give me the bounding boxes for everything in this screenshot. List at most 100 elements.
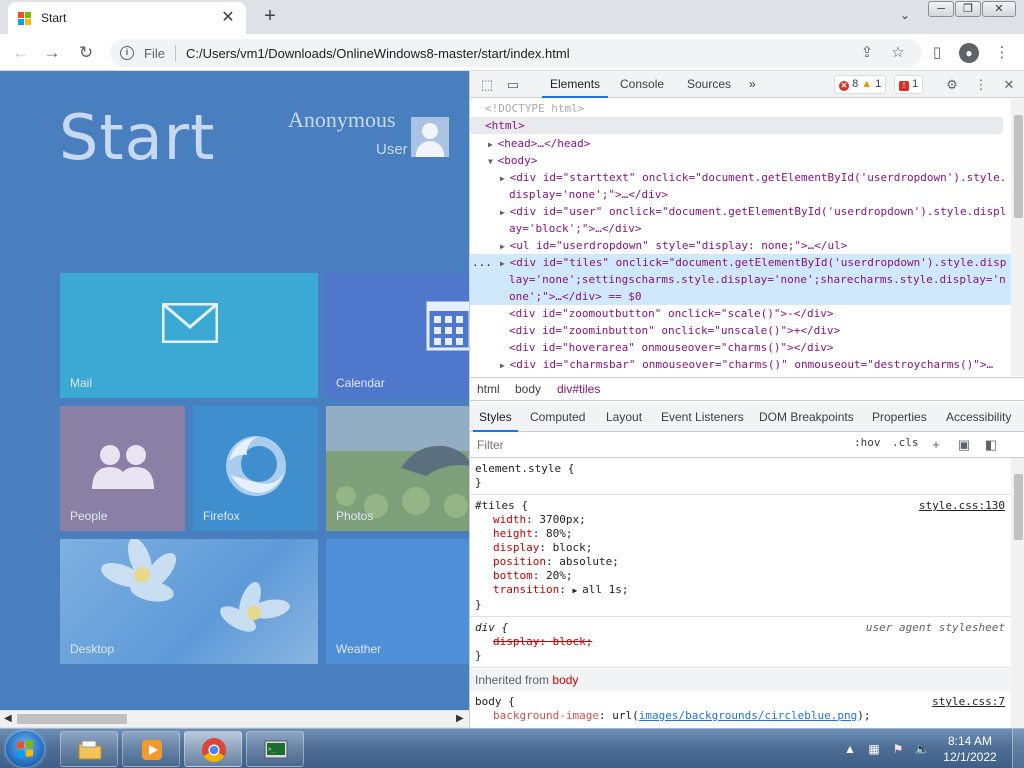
close-devtools-icon[interactable]: ✕ <box>1000 76 1018 94</box>
cls-toggle[interactable]: .cls <box>892 436 919 449</box>
rule-source-link[interactable]: style.css:7 <box>932 695 1005 709</box>
tab-accessibility[interactable]: Accessibility <box>946 402 1011 432</box>
expand-triangle-icon[interactable]: ▶ <box>500 361 510 370</box>
tab-console[interactable]: Console <box>620 71 664 98</box>
styles-scrollbar[interactable] <box>1011 458 1024 728</box>
tile-weather[interactable]: Weather <box>326 539 469 664</box>
tab-sources[interactable]: Sources <box>687 71 731 98</box>
reload-icon[interactable]: ↻ <box>74 41 98 65</box>
maximize-button[interactable]: ❐ <box>955 1 981 17</box>
tab-search-chevron-icon[interactable]: ⌄ <box>896 8 914 26</box>
scrollbar-thumb[interactable] <box>1014 474 1023 540</box>
info-icon[interactable]: i <box>120 46 134 60</box>
style-property[interactable]: bottom: 20%; <box>475 569 1006 583</box>
dom-node-hoverarea[interactable]: <div id="hoverarea" onmouseover="charms(… <box>509 339 834 356</box>
dom-node-tiles[interactable]: ▶ <div id="tiles" onclick="document.getE… <box>500 254 1006 272</box>
user-subtitle[interactable]: User <box>376 141 408 158</box>
dom-node-starttext[interactable]: ▶ <div id="starttext" onclick="document.… <box>500 169 1006 187</box>
profile-avatar-icon[interactable]: ● <box>959 43 979 63</box>
horizontal-scrollbar[interactable]: ◀ ▶ <box>0 710 469 727</box>
side-panel-icon[interactable]: ▯ <box>928 44 946 62</box>
dom-node-zoomin[interactable]: <div id="zoominbutton" onclick="unscale(… <box>509 322 840 339</box>
action-center-icon[interactable]: ⚑ <box>890 741 906 757</box>
expand-triangle-icon[interactable]: ▶ <box>500 242 510 251</box>
user-avatar-icon[interactable] <box>411 117 449 157</box>
inherited-from-body-link[interactable]: body <box>552 673 578 687</box>
expand-triangle-icon[interactable]: ▶ <box>572 586 582 595</box>
style-property[interactable]: position: absolute; <box>475 555 1006 569</box>
style-property[interactable]: background-image: url(images/backgrounds… <box>475 709 1006 723</box>
forward-arrow-icon[interactable]: → <box>40 41 64 65</box>
start-button[interactable] <box>6 731 44 767</box>
expand-triangle-icon[interactable]: ▶ <box>488 140 498 149</box>
taskbar-clock[interactable]: 8:14 AM 12/1/2022 <box>935 733 1005 765</box>
expand-triangle-icon[interactable]: ▶ <box>500 259 510 268</box>
tab-properties[interactable]: Properties <box>872 402 927 432</box>
collapse-triangle-icon[interactable]: ▼ <box>488 157 498 166</box>
inspect-element-icon[interactable]: ⬚ <box>478 76 496 94</box>
network-icon[interactable]: ▦ <box>866 741 882 757</box>
breadcrumb-div-tiles[interactable]: div#tiles <box>557 378 600 400</box>
head-node[interactable]: ▶ <head>…</head> <box>488 135 590 153</box>
volume-icon[interactable]: 🔈 <box>914 741 930 757</box>
body-style-rule[interactable]: style.css:7 body { background-image: url… <box>470 691 1011 728</box>
element-style-rule[interactable]: element.style { } <box>470 458 1011 495</box>
tab-layout[interactable]: Layout <box>606 402 642 432</box>
background-url-link[interactable]: images/backgrounds/circleblue.png <box>639 709 858 722</box>
tile-desktop[interactable]: Desktop <box>60 539 318 664</box>
tile-people[interactable]: People <box>60 406 185 531</box>
tile-mail[interactable]: Mail <box>60 273 318 398</box>
taskbar-terminal[interactable]: >_ <box>246 731 304 767</box>
dom-node-zoomout[interactable]: <div id="zoomoutbutton" onclick="scale()… <box>509 305 834 322</box>
show-desktop-button[interactable] <box>1012 729 1024 768</box>
tab-computed[interactable]: Computed <box>530 402 585 432</box>
new-style-rule-icon[interactable]: + <box>927 436 945 454</box>
doctype-line[interactable]: <!DOCTYPE html> <box>485 100 584 117</box>
share-icon[interactable]: ⇪ <box>858 44 876 62</box>
minimize-button[interactable]: ─ <box>928 1 954 17</box>
new-tab-button[interactable]: + <box>259 6 281 28</box>
settings-gear-icon[interactable]: ⚙ <box>943 76 961 94</box>
dom-node-userdropdown[interactable]: ▶ <ul id="userdropdown" style="display: … <box>500 237 847 255</box>
tile-photos[interactable]: Photos <box>326 406 469 531</box>
start-title[interactable]: Start <box>59 101 215 174</box>
close-window-button[interactable]: ✕ <box>982 1 1016 17</box>
styles-filter-input[interactable] <box>473 435 843 455</box>
tab-close-icon[interactable]: ✕ <box>220 10 236 26</box>
row-actions-ellipsis-icon[interactable]: ... <box>472 254 492 271</box>
taskbar-chrome[interactable] <box>184 731 242 767</box>
scrollbar-thumb[interactable] <box>1014 115 1023 218</box>
tab-styles[interactable]: Styles <box>473 402 518 432</box>
expand-triangle-icon[interactable]: ▶ <box>500 174 510 183</box>
rule-source-link[interactable]: style.css:130 <box>919 499 1005 513</box>
html-open-line[interactable]: <html> <box>485 117 525 134</box>
hov-toggle[interactable]: :hov <box>854 436 881 449</box>
user-name[interactable]: Anonymous <box>288 107 396 133</box>
body-node[interactable]: ▼ <body> <box>488 152 537 170</box>
breadcrumb-html[interactable]: html <box>477 378 500 400</box>
menu-kebab-icon[interactable]: ⋮ <box>993 44 1011 62</box>
taskbar-media-player[interactable] <box>122 731 180 767</box>
tab-event-listeners[interactable]: Event Listeners <box>661 402 744 432</box>
scroll-right-icon[interactable]: ▶ <box>456 713 464 724</box>
devtools-menu-icon[interactable]: ⋮ <box>972 76 990 94</box>
url-text[interactable]: C:/Users/vm1/Downloads/OnlineWindows8-ma… <box>186 46 570 61</box>
style-property[interactable]: width: 3700px; <box>475 513 1006 527</box>
tab-dom-breakpoints[interactable]: DOM Breakpoints <box>759 402 854 432</box>
tile-firefox[interactable]: Firefox <box>193 406 318 531</box>
tiles-style-rule[interactable]: style.css:130 #tiles { width: 3700px; hei… <box>470 495 1011 617</box>
toggle-sidebar-icon[interactable]: ◧ <box>982 436 1000 454</box>
paint-bucket-icon[interactable]: ▣ <box>955 436 973 454</box>
breadcrumb-body[interactable]: body <box>515 378 541 400</box>
style-property[interactable]: transition: ▶ all 1s; <box>475 583 1006 598</box>
scroll-left-icon[interactable]: ◀ <box>4 713 12 724</box>
dom-tree-scrollbar[interactable] <box>1011 99 1024 376</box>
more-tabs-icon[interactable]: » <box>749 71 756 98</box>
address-bar[interactable]: i File C:/Users/vm1/Downloads/OnlineWind… <box>110 39 922 67</box>
dom-tree[interactable]: <!DOCTYPE html> <html> ▶ <head>…</head> … <box>470 99 1011 376</box>
issues-badge[interactable]: ! 1 <box>894 75 924 94</box>
browser-tab[interactable]: Start ✕ <box>8 2 246 34</box>
dom-node-charmsbar[interactable]: ▶ <div id="charmsbar" onmouseover="charm… <box>500 356 993 374</box>
dom-node-user[interactable]: ▶ <div id="user" onclick="document.getEl… <box>500 203 1006 221</box>
show-hidden-icons-icon[interactable]: ▲ <box>842 741 858 757</box>
